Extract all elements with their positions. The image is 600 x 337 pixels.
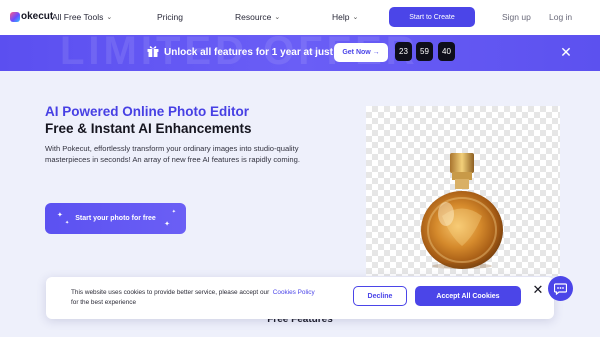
cookie-banner: This website uses cookies to provide bet… bbox=[46, 277, 554, 319]
close-icon[interactable]: ✕ bbox=[559, 45, 573, 59]
nav-pricing-label: Pricing bbox=[157, 12, 183, 22]
countdown-minutes: 59 bbox=[416, 42, 433, 61]
sparkle-icon: ✦ bbox=[164, 221, 170, 228]
get-now-button[interactable]: Get Now → bbox=[334, 43, 388, 62]
gift-icon bbox=[147, 46, 159, 57]
countdown-hours: 23 bbox=[395, 42, 412, 61]
chat-support-button[interactable] bbox=[548, 276, 573, 301]
nav-resource-label: Resource bbox=[235, 12, 272, 22]
top-nav: okecut All Free Tools ⌄ Pricing Resource… bbox=[0, 0, 600, 35]
nav-help-label: Help bbox=[332, 12, 350, 22]
decline-button[interactable]: Decline bbox=[353, 286, 407, 306]
log-in-link[interactable]: Log in bbox=[549, 12, 572, 22]
sign-up-link[interactable]: Sign up bbox=[502, 12, 531, 22]
start-to-create-button[interactable]: Start to Create bbox=[389, 7, 475, 27]
nav-help[interactable]: Help ⌄ bbox=[332, 12, 358, 22]
nav-pricing[interactable]: Pricing bbox=[157, 12, 183, 22]
cookie-text-before: This website uses cookies to provide bet… bbox=[71, 289, 270, 296]
sparkle-icon: ✦ bbox=[65, 220, 70, 226]
logo-mark-icon bbox=[10, 11, 20, 22]
countdown-seconds: 40 bbox=[438, 42, 455, 61]
start-photo-label: Start your photo for free bbox=[75, 215, 156, 222]
cookies-policy-link[interactable]: Cookies Policy bbox=[273, 289, 315, 296]
cookie-text-after: for the best experience bbox=[71, 299, 137, 306]
hero-description: With Pokecut, effortlessly transform you… bbox=[45, 144, 300, 164]
chevron-down-icon: ⌄ bbox=[106, 14, 113, 21]
promo-banner: LIMITED OFFER Unlock all features for 1 … bbox=[0, 35, 600, 71]
close-icon[interactable]: ✕ bbox=[532, 283, 544, 297]
start-photo-button[interactable]: ✦ ✦ Start your photo for free ✦ ✦ bbox=[45, 203, 186, 234]
logo-text: okecut bbox=[21, 11, 54, 22]
chevron-down-icon: ⌄ bbox=[274, 14, 281, 21]
chat-icon bbox=[554, 282, 567, 295]
pokecut-logo[interactable]: okecut bbox=[10, 11, 53, 22]
hero-title: AI Powered Online Photo Editor bbox=[45, 104, 250, 119]
accept-all-cookies-button[interactable]: Accept All Cookies bbox=[415, 286, 521, 306]
promo-text: Unlock all features for 1 year at just $… bbox=[164, 47, 351, 58]
hero-subtitle: Free & Instant AI Enhancements bbox=[45, 121, 252, 136]
nav-all-free-tools[interactable]: All Free Tools ⌄ bbox=[52, 12, 112, 22]
cookie-text: This website uses cookies to provide bet… bbox=[71, 288, 351, 308]
sparkle-icon: ✦ bbox=[57, 212, 63, 219]
nav-all-free-tools-label: All Free Tools bbox=[52, 12, 104, 22]
perfume-bottle-illustration bbox=[421, 153, 503, 269]
sparkle-icon: ✦ bbox=[171, 209, 176, 215]
nav-resource[interactable]: Resource ⌄ bbox=[235, 12, 280, 22]
perfume-bottle-image bbox=[366, 106, 560, 276]
chevron-down-icon: ⌄ bbox=[352, 14, 359, 21]
